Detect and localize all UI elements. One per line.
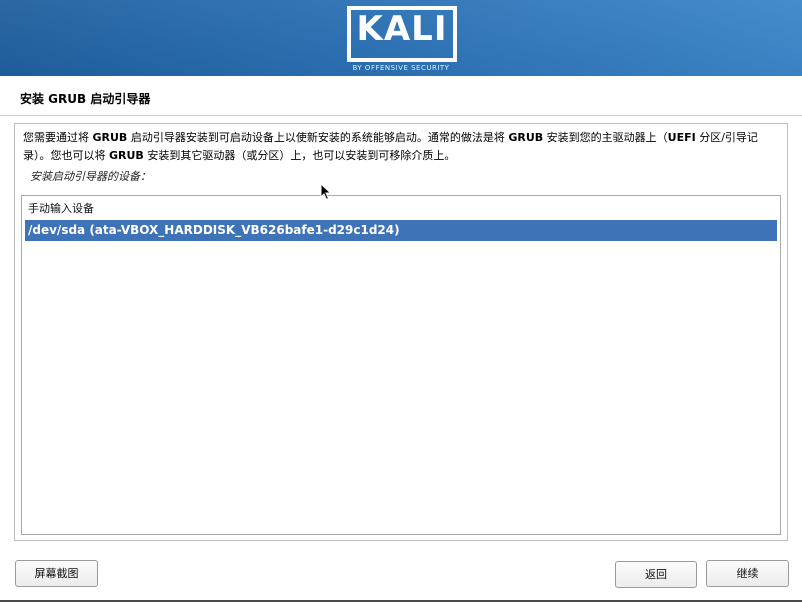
list-item-dev-sda[interactable]: /dev/sda (ata-VBOX_HARDDISK_VB626bafe1-d… xyxy=(25,220,777,241)
description-text: 您需要通过将 GRUB 启动引导器安装到可启动设备上以使新安装的系统能够启动。通… xyxy=(23,129,778,165)
kali-logo: KALI xyxy=(356,9,448,49)
page-title: 安装 GRUB 启动引导器 xyxy=(20,92,151,106)
device-prompt: 安装启动引导器的设备： xyxy=(30,170,151,183)
kali-tagline: BY OFFENSIVE SECURITY xyxy=(352,64,450,72)
desc-bold: UEFI xyxy=(667,131,696,144)
desc-part: 启动引导器安装到可启动设备上以使新安装的系统能够启动。通常的做法是将 xyxy=(127,131,509,144)
continue-button[interactable]: 继续 xyxy=(706,560,789,587)
mouse-pointer-icon xyxy=(320,183,332,201)
desc-bold: GRUB xyxy=(92,131,128,144)
back-button[interactable]: 返回 xyxy=(615,561,697,588)
kali-logo-frame xyxy=(347,6,457,62)
desc-bold: GRUB xyxy=(508,131,544,144)
kali-banner: KALI BY OFFENSIVE SECURITY xyxy=(0,0,802,76)
title-divider xyxy=(0,115,802,116)
desc-bold: GRUB xyxy=(109,149,144,162)
device-list[interactable]: 手动输入设备 /dev/sda (ata-VBOX_HARDDISK_VB626… xyxy=(21,195,781,535)
desc-part: 安装到您的主驱动器上（ xyxy=(543,131,668,144)
desc-part: 安装到其它驱动器（或分区）上，也可以安装到可移除介质上。 xyxy=(143,149,456,162)
list-item-manual-entry[interactable]: 手动输入设备 xyxy=(25,198,777,219)
desc-part: 您需要通过将 xyxy=(23,131,93,144)
screenshot-button[interactable]: 屏幕截图 xyxy=(15,560,98,587)
